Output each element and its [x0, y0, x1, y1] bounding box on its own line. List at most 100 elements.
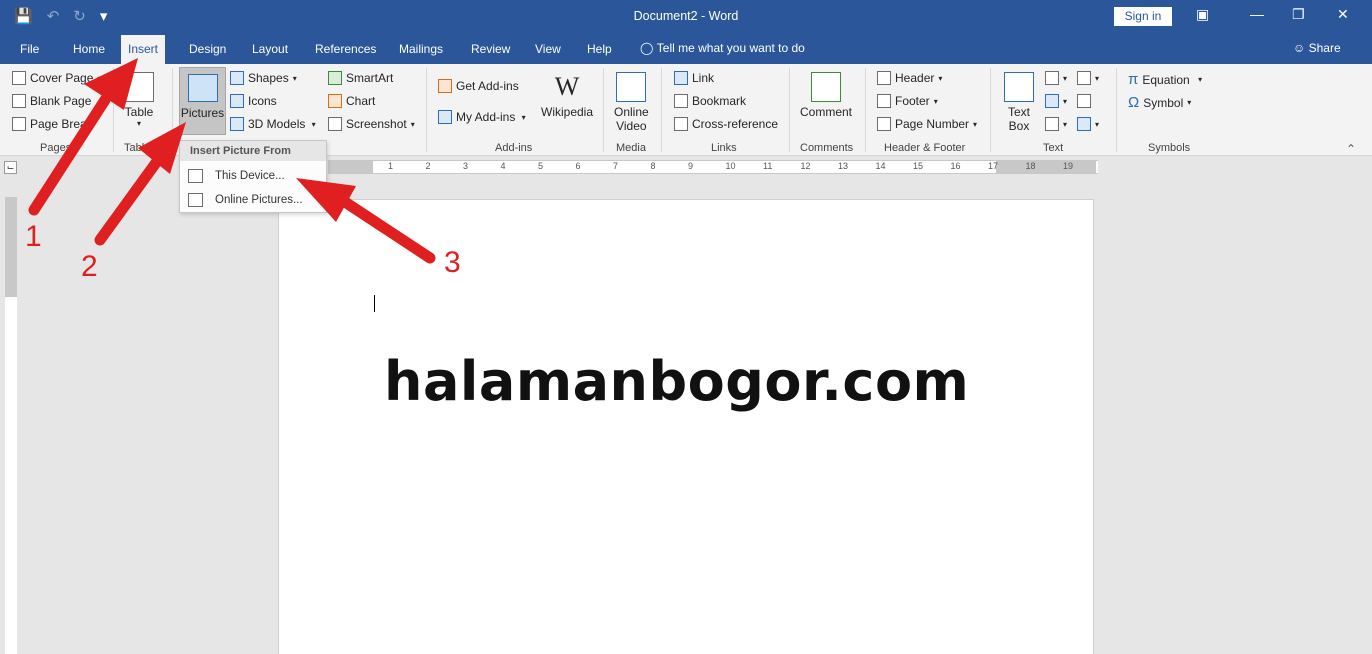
group-label-symbols: Symbols [1148, 142, 1191, 154]
chevron-down-icon: ▾ [309, 119, 316, 129]
cover-page-button[interactable]: Cover Page ▾ [12, 71, 101, 85]
comment-button[interactable]: Comment [800, 72, 852, 119]
group-divider [661, 68, 662, 152]
equation-button[interactable]: π Equation ▾ [1128, 71, 1202, 88]
group-label-tables: Tables [124, 142, 156, 154]
restore-icon[interactable]: ❐ [1292, 6, 1305, 23]
smartart-button[interactable]: SmartArt [328, 71, 393, 85]
cross-reference-button[interactable]: Cross-reference [674, 117, 778, 131]
online-video-button[interactable]: Online Video [614, 72, 649, 133]
icons-icon [230, 94, 244, 108]
ruler-number: 12 [800, 161, 811, 171]
online-pictures-menu-item[interactable]: Online Pictures... [186, 189, 324, 211]
group-divider [603, 68, 604, 152]
page-number-button[interactable]: Page Number ▾ [877, 117, 977, 131]
pictures-button[interactable]: Pictures [179, 67, 226, 135]
share-button[interactable]: ☺ Share [1293, 41, 1341, 55]
tab-selector[interactable]: ⌙ [4, 161, 17, 174]
chart-label: Chart [346, 94, 376, 108]
header-button[interactable]: Header ▾ [877, 71, 942, 85]
quick-parts-button[interactable]: ▾ [1045, 71, 1067, 85]
chart-button[interactable]: Chart [328, 94, 375, 108]
footer-button[interactable]: Footer ▾ [877, 94, 938, 108]
tab-help[interactable]: Help [587, 42, 612, 56]
get-add-ins-button[interactable]: Get Add-ins [438, 79, 519, 93]
symbol-label: Symbol [1143, 95, 1184, 110]
shapes-button[interactable]: Shapes ▾ [230, 71, 297, 85]
symbol-button[interactable]: Ω Symbol ▾ [1128, 94, 1191, 111]
chevron-down-icon: ▾ [1063, 119, 1068, 129]
wikipedia-button[interactable]: W Wikipedia [541, 72, 593, 119]
ruler-number: 17 [988, 161, 999, 171]
table-label: Table [124, 105, 154, 119]
tab-layout[interactable]: Layout [252, 42, 288, 56]
tab-design[interactable]: Design [189, 42, 226, 56]
chevron-down-icon: ▾ [1193, 75, 1203, 84]
page-number-label: Page Number [895, 117, 970, 131]
my-add-ins-button[interactable]: My Add-ins ▾ [438, 110, 526, 124]
tab-file[interactable]: File [20, 42, 39, 56]
ruler-number: 2 [425, 161, 431, 171]
chevron-down-icon: ▾ [410, 119, 415, 129]
link-button[interactable]: Link [674, 71, 714, 85]
tab-view[interactable]: View [535, 42, 561, 56]
ruler-number: 6 [575, 161, 581, 171]
chevron-down-icon: ▾ [292, 73, 297, 83]
document-text[interactable]: halamanbogor.com [384, 350, 969, 413]
minimize-icon[interactable]: — [1250, 6, 1264, 22]
group-divider [789, 68, 790, 152]
tab-home[interactable]: Home [73, 42, 105, 56]
ruler-number: 9 [688, 161, 694, 171]
insert-picture-menu: Insert Picture From This Device... Onlin… [179, 140, 327, 213]
cube-icon [230, 117, 244, 131]
smartart-icon [328, 71, 342, 85]
this-device-menu-item[interactable]: This Device... [186, 165, 324, 187]
blank-page-button[interactable]: Blank Page [12, 94, 91, 108]
close-icon[interactable]: ✕ [1337, 6, 1349, 23]
tell-me-text: Tell me what you want to do [656, 41, 805, 55]
ribbon-display-options-icon[interactable]: ▣ [1196, 6, 1209, 23]
horizontal-ruler[interactable]: 1 2 3 4 5 6 7 8 9 10 11 12 13 14 15 16 17 18 19 [328, 160, 1098, 174]
signature-line-button[interactable]: ▾ [1077, 71, 1099, 85]
text-cursor [374, 295, 375, 312]
ruler-number: 15 [913, 161, 924, 171]
page-break-button[interactable]: Page Break [12, 117, 93, 131]
cover-page-icon [12, 71, 26, 85]
insert-picture-menu-header: Insert Picture From [180, 141, 326, 161]
pictures-label: Pictures [180, 106, 225, 120]
bookmark-button[interactable]: Bookmark [674, 94, 746, 108]
ruler-number: 14 [875, 161, 886, 171]
wordart-button[interactable]: ▾ [1045, 94, 1067, 108]
wikipedia-label: Wikipedia [541, 105, 594, 119]
vertical-ruler[interactable] [5, 197, 17, 654]
vertical-ruler-margin [5, 197, 17, 297]
object-button[interactable]: ▾ [1077, 117, 1099, 131]
icons-button[interactable]: Icons [230, 94, 277, 108]
document-page[interactable]: halamanbogor.com [278, 199, 1094, 654]
tell-me-search[interactable]: ◯ Tell me what you want to do [640, 41, 805, 55]
ruler-number: 13 [838, 161, 849, 171]
annotation-label-1: 1 [25, 220, 42, 253]
ruler-number: 10 [725, 161, 736, 171]
group-divider [865, 68, 866, 152]
group-label-text: Text [1043, 142, 1064, 154]
tab-mailings[interactable]: Mailings [399, 42, 443, 56]
ruler-number: 8 [650, 161, 656, 171]
date-time-button[interactable] [1077, 94, 1091, 108]
tab-insert[interactable]: Insert [121, 35, 166, 64]
tab-references[interactable]: References [315, 42, 376, 56]
table-button[interactable]: Table ▾ [124, 72, 154, 128]
text-box-button[interactable]: Text Box [1004, 72, 1034, 133]
annotation-label-3: 3 [444, 246, 461, 279]
drop-cap-button[interactable]: ▾ [1045, 117, 1067, 131]
sign-in-button[interactable]: Sign in [1114, 7, 1172, 26]
quick-parts-icon [1045, 71, 1059, 85]
omega-icon: Ω [1128, 94, 1140, 111]
collapse-ribbon-icon[interactable]: ⌃ [1346, 142, 1356, 156]
comment-label: Comment [800, 105, 853, 119]
3d-models-button[interactable]: 3D Models ▾ [230, 117, 316, 131]
ribbon-tabs: File Home Insert Design Layout Reference… [0, 33, 1372, 64]
ruler-number: 18 [1025, 161, 1036, 171]
tab-review[interactable]: Review [471, 42, 510, 56]
screenshot-button[interactable]: Screenshot ▾ [328, 117, 415, 131]
